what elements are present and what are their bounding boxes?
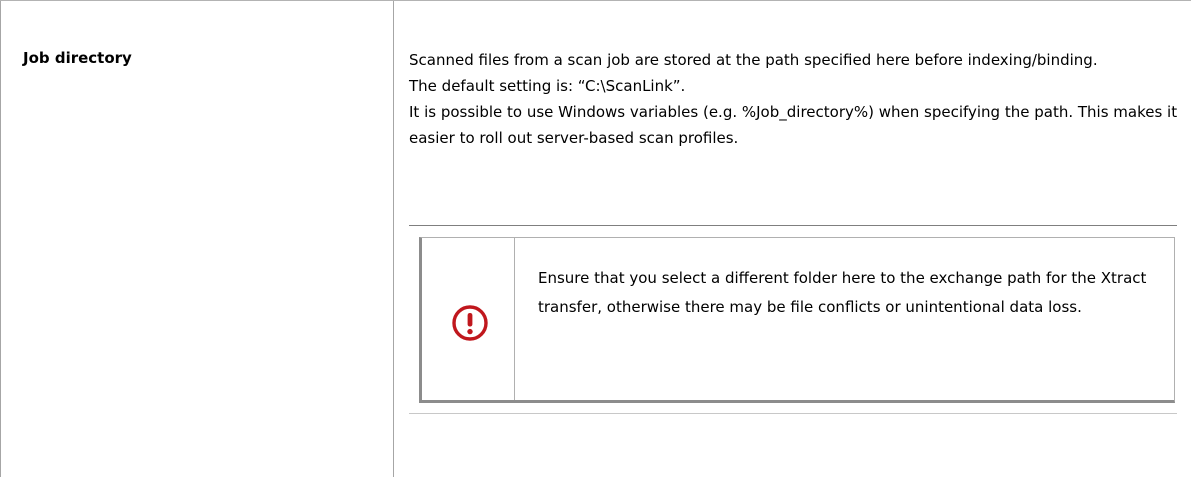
description-line-3: It is possible to use Windows variables … (409, 103, 1178, 147)
note-text: Ensure that you select a different folde… (538, 269, 1147, 316)
description-text: Scanned files from a scan job are stored… (409, 47, 1179, 151)
row-label: Job directory (23, 49, 132, 67)
description-line-2: The default setting is: “C:\ScanLink”. (409, 77, 686, 95)
note-box: Ensure that you select a different folde… (419, 237, 1175, 403)
label-column: Job directory (0, 1, 394, 477)
divider-bottom (409, 413, 1177, 414)
divider (409, 225, 1177, 226)
description-column: Scanned files from a scan job are stored… (394, 1, 1191, 477)
description-line-1: Scanned files from a scan job are stored… (409, 51, 1098, 69)
alert-circle-icon (452, 305, 488, 341)
note-icon-cell (422, 238, 515, 400)
